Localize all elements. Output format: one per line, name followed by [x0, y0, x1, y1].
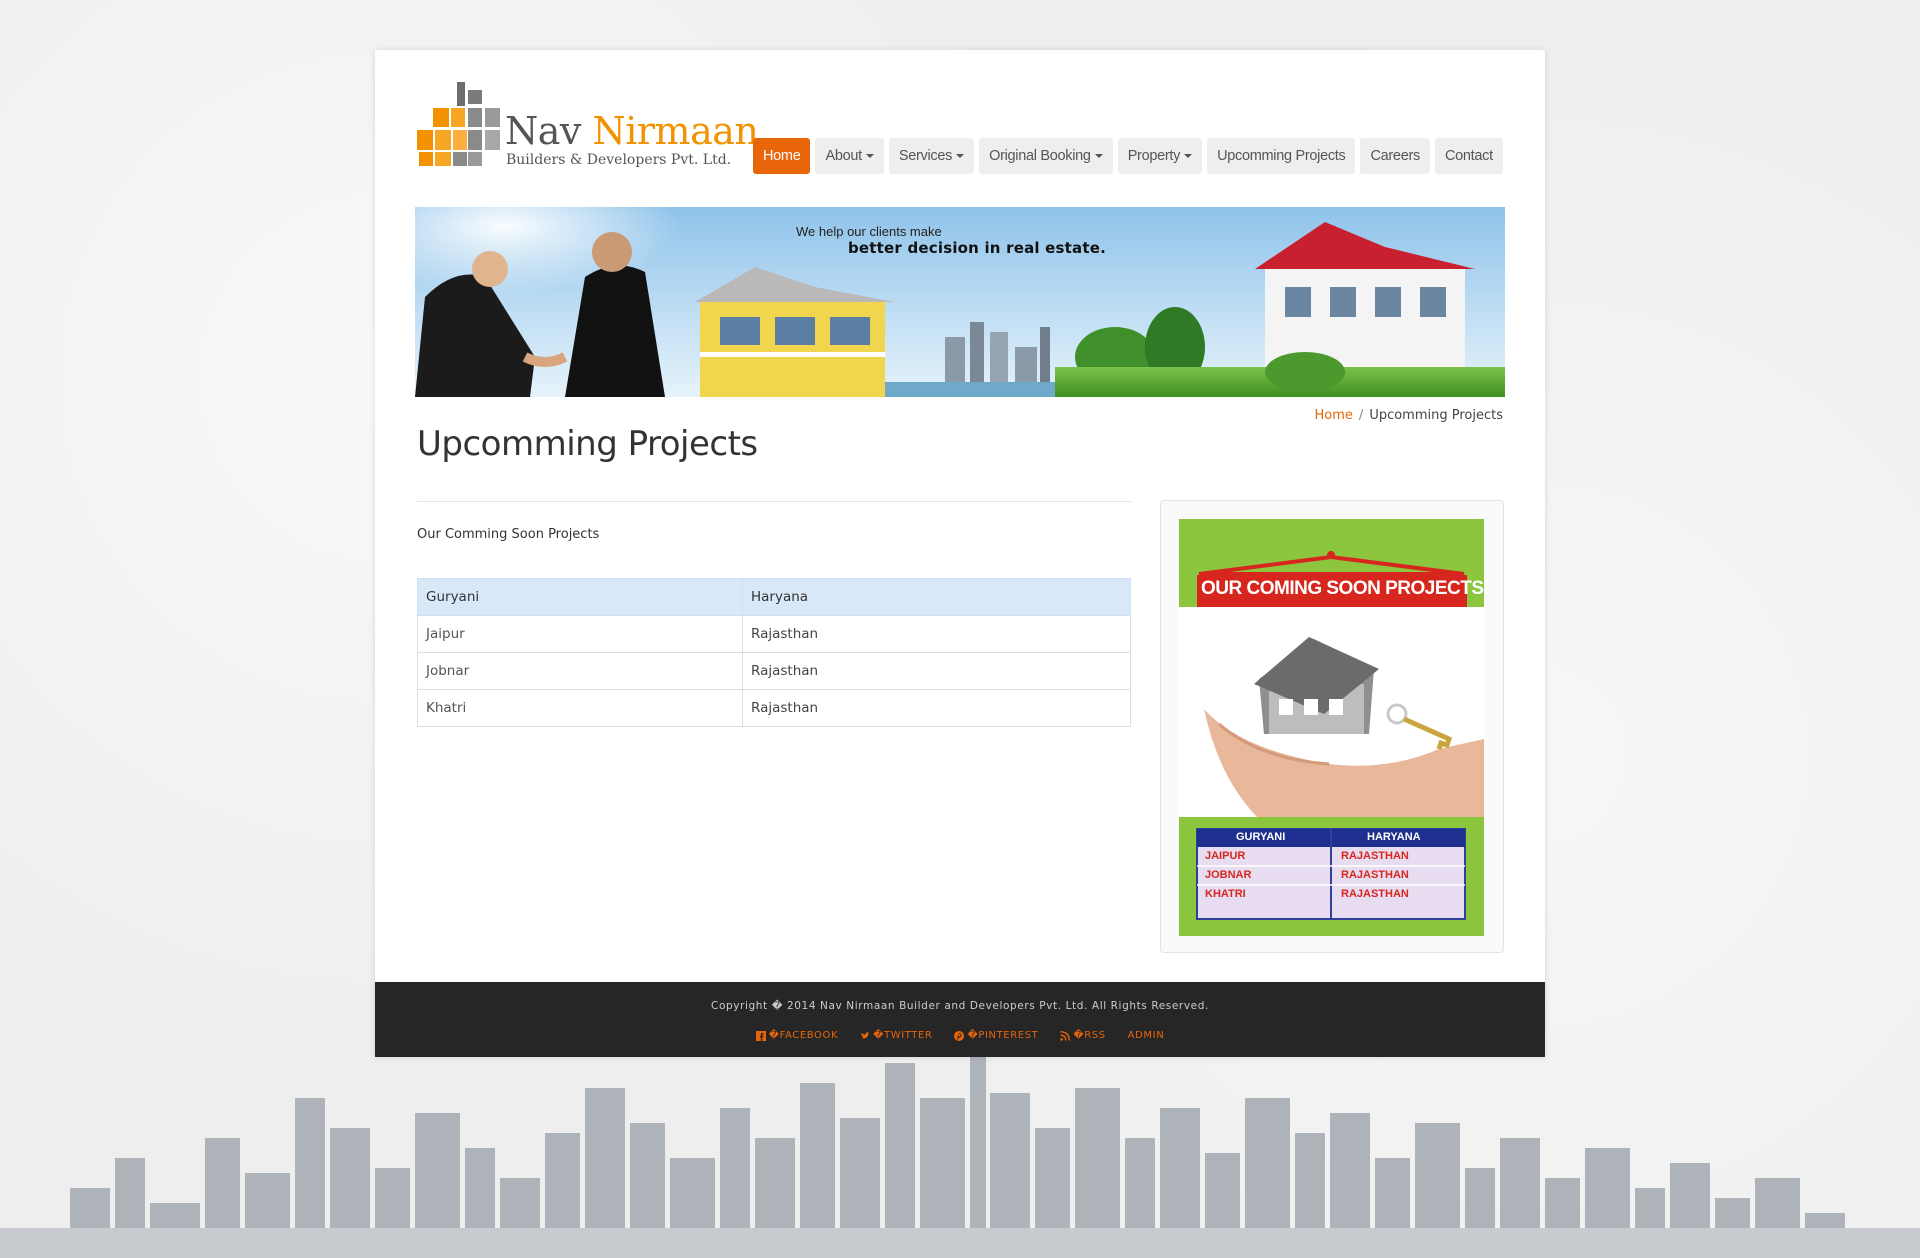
- nav-item-careers[interactable]: Careers: [1360, 138, 1430, 174]
- nav-item-original-booking[interactable]: Original Booking: [979, 138, 1113, 174]
- twitter-label: �TWITTER: [873, 1030, 933, 1041]
- banner-image: [415, 207, 1505, 397]
- nav-item-home[interactable]: Home: [753, 138, 811, 174]
- banner-line-2: better decision in real estate.: [848, 239, 1106, 257]
- breadcrumb-separator: /: [1358, 408, 1364, 423]
- admin-link[interactable]: ADMIN: [1128, 1030, 1165, 1041]
- twitter-link[interactable]: �TWITTER: [860, 1030, 932, 1041]
- facebook-link[interactable]: �FACEBOOK: [755, 1030, 839, 1041]
- footer-links: �FACEBOOK �TWITTER �PINTEREST �RSS ADMIN: [375, 1030, 1545, 1041]
- image-table-header: HARYANA: [1367, 831, 1421, 843]
- table-cell: Jaipur: [417, 615, 743, 653]
- facebook-label: �FACEBOOK: [768, 1030, 839, 1041]
- logo-wordmark: Nav Nirmaan: [505, 109, 759, 153]
- pinterest-icon: [954, 1030, 965, 1041]
- caret-down-icon: [865, 154, 874, 158]
- table-cell: Rajasthan: [742, 689, 1131, 727]
- twitter-icon: [861, 1031, 870, 1039]
- table-cell: Jobnar: [417, 652, 743, 690]
- nav-label: Careers: [1370, 148, 1420, 164]
- logo-word-nirmaan: Nirmaan: [592, 109, 759, 153]
- rss-label: �RSS: [1073, 1030, 1106, 1041]
- logo-tagline: Builders & Developers Pvt. Ltd.: [506, 152, 732, 168]
- rss-link[interactable]: �RSS: [1060, 1030, 1105, 1041]
- intro-text: Our Comming Soon Projects: [417, 527, 600, 542]
- page-title: Upcomming Projects: [417, 424, 758, 464]
- banner-line-1: We help our clients make: [796, 224, 942, 239]
- image-table-cell: JOBNAR: [1205, 869, 1252, 881]
- pinterest-label: �PINTEREST: [967, 1030, 1039, 1041]
- logo[interactable]: Nav Nirmaan Builders & Developers Pvt. L…: [417, 80, 759, 170]
- skyline-background: [0, 1043, 1920, 1258]
- breadcrumb: Home / Upcomming Projects: [1315, 408, 1503, 423]
- table-cell: Rajasthan: [742, 652, 1131, 690]
- logo-word-nav: Nav: [505, 109, 581, 153]
- caret-down-icon: [956, 154, 965, 158]
- breadcrumb-home-link[interactable]: Home: [1315, 408, 1353, 423]
- caret-down-icon: [1184, 154, 1193, 158]
- main-nav: Home About Services Original Booking Pro…: [753, 138, 1503, 174]
- table-header-row: Guryani Haryana: [417, 578, 1131, 616]
- rss-icon: [1060, 1030, 1071, 1041]
- nav-label: Upcomming Projects: [1217, 148, 1346, 164]
- nav-label: Services: [898, 148, 953, 164]
- pinterest-link[interactable]: �PINTEREST: [954, 1030, 1038, 1041]
- admin-label: ADMIN: [1127, 1030, 1165, 1041]
- nav-item-services[interactable]: Services: [888, 138, 975, 174]
- nav-item-about[interactable]: About: [815, 138, 884, 174]
- hero-banner: We help our clients make better decision…: [415, 207, 1505, 397]
- nav-label: Contact: [1444, 148, 1493, 164]
- table-row: Jaipur Rajasthan: [417, 615, 1131, 653]
- breadcrumb-current: Upcomming Projects: [1369, 408, 1503, 423]
- logo-mark-icon: [417, 82, 500, 166]
- title-divider: [417, 501, 1131, 502]
- image-table-cell: RAJASTHAN: [1341, 869, 1409, 881]
- site-header: Nav Nirmaan Builders & Developers Pvt. L…: [375, 50, 1545, 200]
- table-row: Jobnar Rajasthan: [417, 652, 1131, 690]
- image-table-cell: JAIPUR: [1205, 850, 1246, 862]
- image-table-header: GURYANI: [1236, 831, 1286, 843]
- projects-table: Guryani Haryana Jaipur Rajasthan Jobnar …: [417, 578, 1131, 727]
- nav-item-property[interactable]: Property: [1117, 138, 1203, 174]
- table-row: Khatri Rajasthan: [417, 689, 1131, 727]
- table-header-cell: Haryana: [742, 578, 1131, 616]
- nav-item-upcomming-projects[interactable]: Upcomming Projects: [1207, 138, 1356, 174]
- table-header-cell: Guryani: [417, 578, 743, 616]
- coming-soon-projects-image: OUR COMING SOON PROJECTS GURYANI HARYANA…: [1179, 519, 1484, 936]
- table-cell: Rajasthan: [742, 615, 1131, 653]
- page-container: Nav Nirmaan Builders & Developers Pvt. L…: [375, 50, 1545, 1057]
- sidebar-box: OUR COMING SOON PROJECTS GURYANI HARYANA…: [1160, 500, 1504, 953]
- nav-item-contact[interactable]: Contact: [1434, 138, 1503, 174]
- nav-label: About: [825, 148, 862, 164]
- nav-label: Property: [1127, 148, 1181, 164]
- copyright-text: Copyright � 2014 Nav Nirmaan Builder and…: [711, 1000, 1209, 1012]
- image-table-cell: RAJASTHAN: [1341, 850, 1409, 862]
- site-footer: Copyright � 2014 Nav Nirmaan Builder and…: [375, 982, 1545, 1057]
- image-table-cell: RAJASTHAN: [1341, 888, 1409, 900]
- facebook-icon: [755, 1030, 766, 1041]
- nav-label: Original Booking: [989, 148, 1091, 164]
- coming-soon-heading: OUR COMING SOON PROJECTS: [1201, 578, 1484, 599]
- image-table-cell: KHATRI: [1205, 888, 1246, 900]
- table-cell: Khatri: [417, 689, 743, 727]
- caret-down-icon: [1094, 154, 1103, 158]
- nav-label: Home: [763, 148, 801, 164]
